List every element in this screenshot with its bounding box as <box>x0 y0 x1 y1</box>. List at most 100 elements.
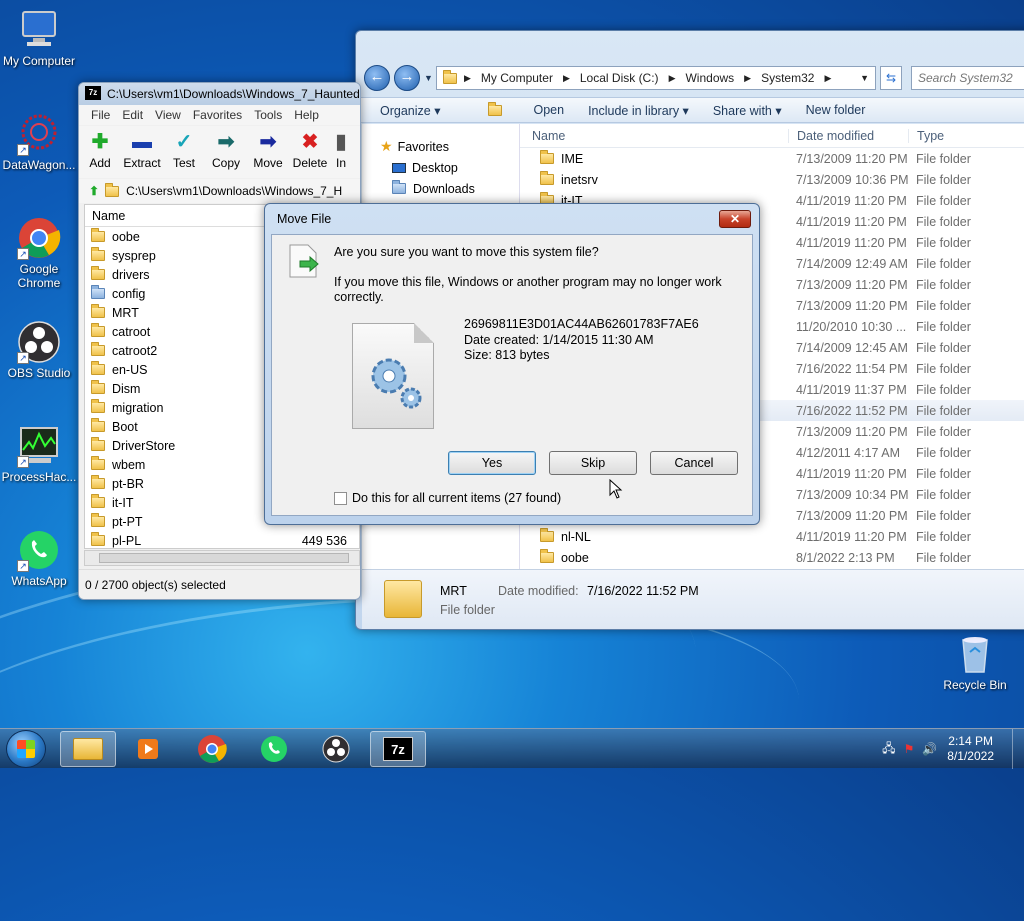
sevenzip-title-bar[interactable]: 7z C:\Users\vm1\Downloads\Windows_7_Haun… <box>79 83 360 105</box>
sevenzip-menu-bar: File Edit View Favorites Tools Help <box>79 105 360 125</box>
column-header-date[interactable]: Date modified <box>788 128 908 143</box>
nav-item-downloads[interactable]: Downloads <box>362 178 519 199</box>
new-folder-button[interactable]: New folder <box>806 103 866 117</box>
obs-icon <box>322 735 350 763</box>
move-file-dialog[interactable]: Move File ✕ Are you sure you want to mov… <box>264 203 760 525</box>
move-button[interactable]: ➡ Move <box>247 126 289 178</box>
sevenzip-path-bar[interactable]: ⬆ C:\Users\vm1\Downloads\Windows_7_H <box>79 179 360 203</box>
breadcrumb-item[interactable]: Windows <box>685 71 734 85</box>
refresh-button[interactable]: ⇆ <box>880 66 902 90</box>
chrome-icon: ↗ <box>17 216 61 260</box>
taskbar-media-player[interactable] <box>120 731 176 767</box>
computer-icon <box>17 8 61 52</box>
skip-button[interactable]: Skip <box>549 451 637 475</box>
list-item[interactable]: pl-PL 449 536 <box>85 531 359 548</box>
recent-pages-dropdown[interactable]: ▼ <box>424 73 433 83</box>
add-button[interactable]: ✚ Add <box>79 126 121 178</box>
yes-button[interactable]: Yes <box>448 451 536 475</box>
horizontal-scrollbar[interactable] <box>84 550 360 566</box>
nav-item-desktop[interactable]: Desktop <box>362 157 519 178</box>
row-date: 7/14/2009 12:45 AM <box>796 340 908 355</box>
action-center-flag-icon[interactable]: ⚑ <box>904 742 915 756</box>
taskbar-obs[interactable] <box>308 731 364 767</box>
taskbar-chrome[interactable] <box>184 731 240 767</box>
shortcut-arrow-icon: ↗ <box>17 352 29 364</box>
desktop-icon-datawagon[interactable]: ↗ DataWagon... <box>0 112 78 172</box>
start-button[interactable] <box>6 730 46 768</box>
table-row[interactable]: nl-NL 4/11/2019 11:20 PM File folder <box>520 526 1024 547</box>
open-folder-icon <box>488 101 503 116</box>
search-input[interactable]: Search System32 <box>911 66 1024 90</box>
breadcrumb-item[interactable]: My Computer <box>481 71 553 85</box>
open-button[interactable]: Open <box>464 101 564 117</box>
sevenzip-path[interactable]: C:\Users\vm1\Downloads\Windows_7_H <box>126 184 342 198</box>
checkbox-box[interactable] <box>334 491 347 505</box>
row-date: 7/13/2009 11:20 PM <box>796 508 908 523</box>
clock[interactable]: 2:14 PM 8/1/2022 <box>947 734 994 764</box>
check-icon: ✓ <box>175 131 193 153</box>
table-row[interactable]: inetsrv 7/13/2009 10:36 PM File folder <box>520 169 1024 190</box>
extract-button[interactable]: ▬ Extract <box>121 126 163 178</box>
address-bar[interactable]: ▶ My Computer ▶ Local Disk (C:) ▶ Window… <box>436 66 876 90</box>
cancel-button[interactable]: Cancel <box>650 451 738 475</box>
column-header-name[interactable]: Name <box>520 129 788 143</box>
row-type: File folder <box>916 193 971 208</box>
include-in-library-menu[interactable]: Include in library ▾ <box>588 103 689 118</box>
row-type: File folder <box>916 277 971 292</box>
menu-tools[interactable]: Tools <box>254 108 282 122</box>
menu-edit[interactable]: Edit <box>122 108 143 122</box>
menu-file[interactable]: File <box>91 108 110 122</box>
close-button[interactable]: ✕ <box>719 210 751 228</box>
breadcrumb-separator-icon: ▶ <box>668 72 676 83</box>
show-desktop-button[interactable] <box>1012 729 1024 769</box>
row-type: File folder <box>916 361 971 376</box>
scroll-thumb[interactable] <box>99 553 349 563</box>
desktop-icon-processhacker[interactable]: ↗ ProcessHac... <box>0 424 78 484</box>
menu-view[interactable]: View <box>155 108 181 122</box>
address-dropdown-icon[interactable]: ▼ <box>860 73 869 83</box>
desktop-icon-chrome[interactable]: ↗ Google Chrome <box>0 216 78 290</box>
file-name: 26969811E3D01AC44AB62601783F7AE6 <box>464 317 699 331</box>
back-button[interactable]: ← <box>364 65 390 91</box>
row-name: inetsrv <box>561 172 598 187</box>
delete-button[interactable]: ✖ Delete <box>289 126 331 178</box>
table-row[interactable]: IME 7/13/2009 11:20 PM File folder <box>520 148 1024 169</box>
volume-icon[interactable]: 🔊 <box>922 742 937 756</box>
test-button[interactable]: ✓ Test <box>163 126 205 178</box>
column-header-type[interactable]: Type <box>908 128 1024 143</box>
item-name: catroot <box>112 324 151 339</box>
nav-item-favorites[interactable]: ★ Favorites <box>362 136 519 157</box>
desktop-icon-recycle-bin[interactable]: Recycle Bin <box>936 632 1014 692</box>
desktop-icon-whatsapp[interactable]: ↗ WhatsApp <box>0 528 78 588</box>
table-row[interactable]: oobe 8/1/2022 2:13 PM File folder <box>520 547 1024 568</box>
dialog-question: Are you sure you want to move this syste… <box>334 245 599 259</box>
desktop-icon-my-computer[interactable]: My Computer <box>0 8 78 68</box>
breadcrumb-item[interactable]: System32 <box>761 71 814 85</box>
mouse-cursor-icon <box>609 479 623 499</box>
nav-label: Favorites <box>397 139 449 154</box>
file-size: Size: 813 bytes <box>464 348 550 362</box>
folder-icon <box>91 437 105 451</box>
forward-button[interactable]: → <box>394 65 420 91</box>
up-folder-icon[interactable]: ⬆ <box>89 184 99 198</box>
share-with-menu[interactable]: Share with ▾ <box>713 103 782 118</box>
copy-button[interactable]: ➡ Copy <box>205 126 247 178</box>
info-button[interactable]: ▮ In <box>331 126 351 178</box>
details-type: File folder <box>440 603 495 617</box>
row-type: File folder <box>916 445 971 460</box>
row-type: File folder <box>916 235 971 250</box>
taskbar-whatsapp[interactable] <box>246 731 302 767</box>
desktop-icon-obs[interactable]: ↗ OBS Studio <box>0 320 78 380</box>
apply-to-all-checkbox[interactable]: Do this for all current items (27 found) <box>334 491 561 505</box>
folder-icon <box>105 182 120 197</box>
menu-favorites[interactable]: Favorites <box>193 108 242 122</box>
menu-help[interactable]: Help <box>294 108 319 122</box>
taskbar-7zip[interactable]: 7z <box>370 731 426 767</box>
item-name: pl-PL <box>112 533 142 548</box>
breadcrumb-separator-icon: ▶ <box>744 72 752 83</box>
network-icon[interactable]: 🖧 <box>882 739 895 760</box>
organize-menu[interactable]: Organize ▾ <box>380 103 440 118</box>
taskbar-explorer[interactable] <box>60 731 116 767</box>
breadcrumb-item[interactable]: Local Disk (C:) <box>580 71 659 85</box>
item-name: drivers <box>112 267 150 282</box>
